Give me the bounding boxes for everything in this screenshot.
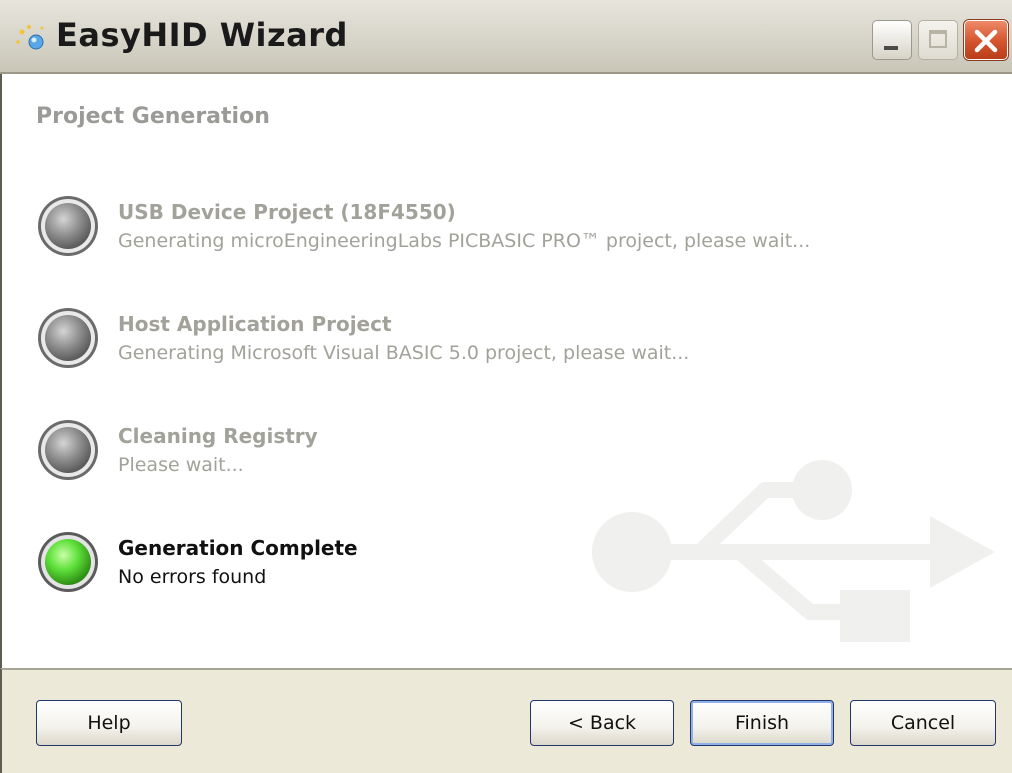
step-title: Host Application Project xyxy=(118,312,392,336)
usb-logo-icon xyxy=(592,460,995,642)
step-title: Cleaning Registry xyxy=(118,424,318,448)
title-bar[interactable]: EasyHID Wizard xyxy=(0,0,1012,74)
cancel-button[interactable]: Cancel xyxy=(850,700,996,746)
close-icon xyxy=(974,29,998,53)
step-description: Please wait... xyxy=(118,454,244,476)
minimize-button[interactable] xyxy=(872,20,912,60)
close-button[interactable] xyxy=(963,19,1009,61)
page-title: Project Generation xyxy=(36,104,270,129)
step-description: Generating microEngineeringLabs PICBASIC… xyxy=(118,230,811,252)
help-button[interactable]: Help xyxy=(36,700,182,746)
step-title: Generation Complete xyxy=(118,536,358,560)
window-title: EasyHID Wizard xyxy=(56,16,348,54)
minimize-icon xyxy=(884,46,898,50)
maximize-icon xyxy=(929,30,947,48)
app-icon xyxy=(16,25,44,50)
gray-led-icon xyxy=(38,308,98,368)
finish-button[interactable]: Finish xyxy=(690,700,834,746)
step-title: USB Device Project (18F4550) xyxy=(118,200,456,224)
green-led-icon xyxy=(38,532,98,592)
gray-led-icon xyxy=(38,196,98,256)
step-description: Generating Microsoft Visual BASIC 5.0 pr… xyxy=(118,342,690,364)
gray-led-icon xyxy=(38,420,98,480)
back-button[interactable]: < Back xyxy=(530,700,674,746)
maximize-button xyxy=(918,20,958,60)
step-description: No errors found xyxy=(118,566,267,588)
